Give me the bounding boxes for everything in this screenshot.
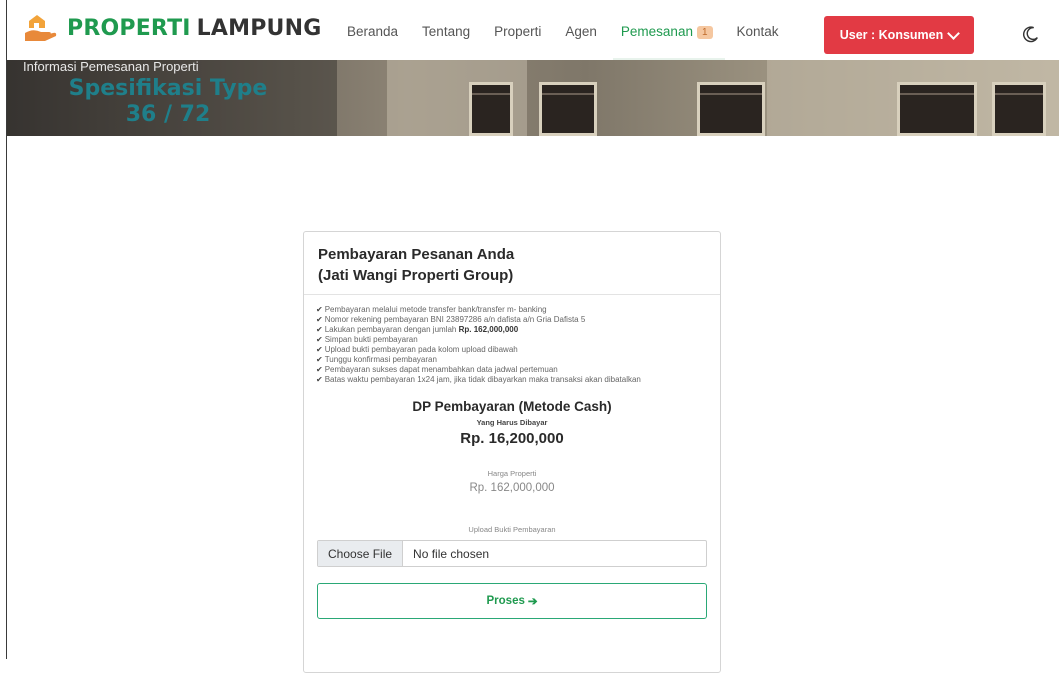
card-body: ✔ Pembayaran melalui metode transfer bank… (304, 295, 720, 619)
nav-item-beranda[interactable]: Beranda (347, 24, 398, 39)
hero-banner: Informasi Pemesanan Properti Spesifikasi… (7, 60, 1059, 136)
check-icon: ✔ (316, 345, 323, 354)
banner-window (697, 82, 765, 136)
payment-instructions: ✔ Pembayaran melalui metode transfer bank… (316, 305, 708, 385)
brand-name-secondary: LAMPUNG (196, 15, 322, 41)
instruction-item: ✔ Pembayaran sukses dapat menambahkan dat… (316, 365, 558, 374)
arrow-right-icon: ➔ (527, 596, 538, 608)
hand-house-icon (25, 15, 57, 41)
nav-item-tentang[interactable]: Tentang (422, 24, 470, 39)
nav-menu: Beranda Tentang Properti Agen Pemesanan 1… (347, 24, 803, 60)
banner-window (992, 82, 1046, 136)
proses-button-label: Proses (486, 595, 525, 607)
moon-icon[interactable] (1022, 25, 1040, 43)
file-status: No file chosen (413, 546, 490, 561)
instruction-item: ✔ Pembayaran melalui metode transfer bank… (316, 305, 547, 314)
active-indicator (612, 58, 725, 60)
card-header: Pembayaran Pesanan Anda (Jati Wangi Prop… (304, 232, 720, 295)
instruction-item: ✔ Nomor rekening pembayaran BNI 23897286 … (316, 315, 586, 324)
instruction-item: ✔ Lakukan pembayaran dengan jumlah Rp. 16… (316, 325, 519, 334)
user-menu-button[interactable]: User : Konsumen (824, 16, 974, 54)
banner-window (539, 82, 597, 136)
instruction-amount: Rp. 162,000,000 (458, 325, 519, 334)
instruction-item: ✔ Tunggu konfirmasi pembayaran (316, 355, 437, 364)
check-icon: ✔ (316, 375, 323, 384)
instruction-item: ✔ Batas waktu pembayaran 1x24 jam, jika t… (316, 375, 641, 384)
payment-card: Pembayaran Pesanan Anda (Jati Wangi Prop… (303, 231, 721, 673)
payment-title-line1: Pembayaran Pesanan Anda (318, 246, 515, 263)
dp-subtitle: Yang Harus Dibayar (476, 418, 548, 427)
property-price-label: Harga Properti (487, 469, 537, 478)
dp-amount: Rp. 16,200,000 (460, 430, 564, 447)
check-icon: ✔ (316, 355, 323, 364)
brand-name-primary: PROPERTI (67, 15, 191, 41)
nav-item-agen[interactable]: Agen (565, 24, 597, 39)
pemesanan-count-badge: 1 (696, 26, 713, 39)
dp-title: DP Pembayaran (Metode Cash) (412, 399, 612, 414)
instruction-item: ✔ Simpan bukti pembayaran (316, 335, 418, 344)
nav-item-properti[interactable]: Properti (494, 24, 541, 39)
hero-subtitle: Informasi Pemesanan Properti (23, 60, 199, 74)
check-icon: ✔ (316, 315, 323, 324)
chevron-down-icon (947, 26, 961, 40)
brand-logo[interactable]: PROPERTI LAMPUNG (23, 13, 321, 43)
payment-title-line2: (Jati Wangi Properti Group) (318, 267, 514, 284)
choose-file-button[interactable]: Choose File (318, 541, 404, 566)
property-price-value: Rp. 162,000,000 (469, 482, 555, 494)
check-icon: ✔ (316, 335, 323, 344)
proses-button[interactable]: Proses ➔ (317, 583, 707, 619)
payment-proof-file-input[interactable]: Choose File No file chosen (317, 540, 707, 567)
check-icon: ✔ (316, 365, 323, 374)
hero-title: Spesifikasi Type 36 / 72 (63, 76, 273, 128)
hero-title-line1: Spesifikasi Type (68, 76, 268, 101)
check-icon: ✔ (316, 305, 323, 314)
nav-item-kontak[interactable]: Kontak (737, 24, 779, 39)
navbar: PROPERTI LAMPUNG Beranda Tentang Properti… (7, 0, 1059, 60)
check-icon: ✔ (316, 325, 323, 334)
nav-item-pemesanan-label: Pemesanan (620, 24, 693, 39)
user-menu-label: User : Konsumen (839, 28, 944, 42)
instruction-item: ✔ Upload bukti pembayaran pada kolom uplo… (316, 345, 518, 354)
nav-item-pemesanan[interactable]: Pemesanan 1 (612, 24, 725, 60)
banner-window (469, 82, 513, 136)
upload-label: Upload Bukti Pembayaran (468, 525, 556, 534)
banner-window (897, 82, 977, 136)
hero-title-line2: 36 / 72 (125, 102, 211, 127)
